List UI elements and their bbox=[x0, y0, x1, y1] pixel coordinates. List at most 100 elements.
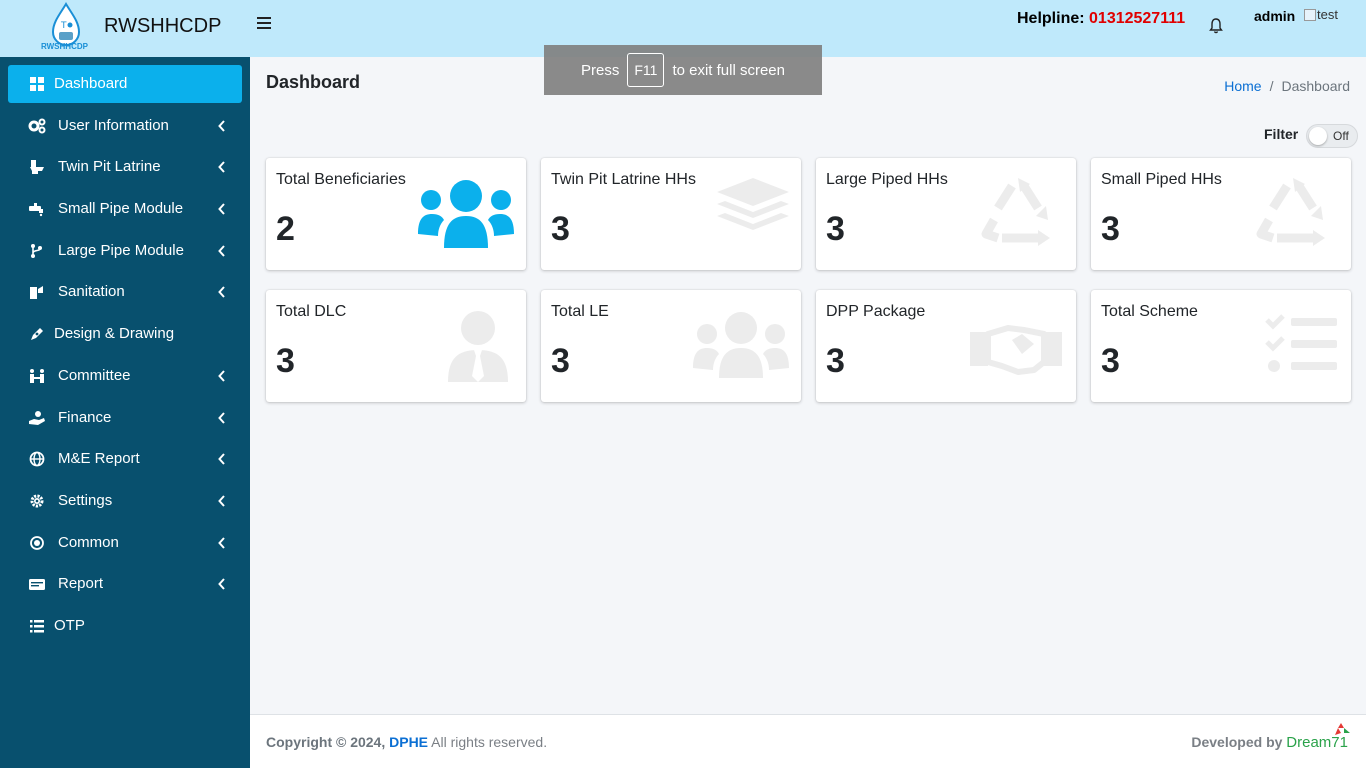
page-title: Dashboard bbox=[266, 72, 361, 92]
f11-key: F11 bbox=[627, 53, 665, 87]
sidebar-item-finance[interactable]: Finance bbox=[8, 399, 242, 437]
footer: Copyright © 2024, DPHE All rights reserv… bbox=[250, 714, 1366, 768]
copyright-rights: All rights reserved. bbox=[431, 734, 548, 750]
branch-icon bbox=[31, 244, 42, 258]
chevron-left-icon bbox=[218, 286, 225, 298]
bell-icon[interactable] bbox=[1209, 18, 1223, 34]
brand-name: RWSHHCDP bbox=[104, 15, 222, 37]
card-dpp-package[interactable]: DPP Package 3 bbox=[816, 290, 1076, 402]
chevron-left-icon bbox=[218, 495, 225, 507]
sidebar-item-label: Sanitation bbox=[58, 283, 125, 300]
card-title: Large Piped HHs bbox=[826, 171, 948, 188]
hand-money-icon bbox=[29, 411, 45, 425]
user-tie-icon bbox=[448, 311, 508, 382]
filter-toggle[interactable]: Off bbox=[1306, 124, 1358, 148]
card-title: DPP Package bbox=[826, 303, 926, 320]
pen-icon bbox=[31, 328, 43, 340]
recycle-icon bbox=[1256, 178, 1325, 246]
sidebar-item-dashboard[interactable]: Dashboard bbox=[8, 65, 242, 103]
broken-image-icon bbox=[1304, 8, 1316, 21]
dream71-link[interactable]: Dream71 bbox=[1286, 734, 1348, 751]
sidebar-item-report[interactable]: Report bbox=[8, 565, 242, 603]
helpline-label: Helpline: bbox=[1017, 10, 1085, 27]
sidebar-item-label: Design & Drawing bbox=[54, 325, 175, 342]
tasks-icon bbox=[1265, 314, 1337, 372]
card-twin-pit-latrine-hhs[interactable]: Twin Pit Latrine HHs 3 bbox=[541, 158, 801, 270]
sidebar-item-common[interactable]: Common bbox=[8, 524, 242, 562]
copyright-prefix: Copyright © 2024, bbox=[266, 734, 386, 750]
breadcrumb-home-link[interactable]: Home bbox=[1224, 78, 1261, 94]
sidebar-item-label: Small Pipe Module bbox=[58, 200, 184, 217]
card-total-le[interactable]: Total LE 3 bbox=[541, 290, 801, 402]
helpline-number[interactable]: 01312527111 bbox=[1089, 10, 1185, 27]
sidebar-item-design-drawing[interactable]: Design & Drawing bbox=[8, 315, 242, 353]
developed-by: Developed by Dream71 bbox=[1191, 734, 1348, 751]
user-name[interactable]: admin bbox=[1254, 8, 1295, 24]
sidebar-item-small-pipe-module[interactable]: Small Pipe Module bbox=[8, 190, 242, 228]
card-title: Small Piped HHs bbox=[1101, 171, 1222, 188]
fullscreen-suffix-text: to exit full screen bbox=[672, 61, 785, 79]
card-small-piped-hhs[interactable]: Small Piped HHs 3 bbox=[1091, 158, 1351, 270]
chevron-left-icon bbox=[218, 120, 225, 132]
filter-label: Filter bbox=[1264, 126, 1299, 142]
chevron-left-icon bbox=[218, 412, 225, 424]
card-value: 3 bbox=[551, 342, 570, 380]
sidebar-item-otp[interactable]: OTP bbox=[8, 607, 242, 645]
card-value: 3 bbox=[551, 210, 570, 248]
sidebar-item-settings[interactable]: Settings bbox=[8, 482, 242, 520]
card-value: 3 bbox=[1101, 210, 1120, 248]
avatar[interactable]: test bbox=[1304, 7, 1338, 22]
circle-dot-icon bbox=[30, 536, 44, 550]
sidebar-item-large-pipe-module[interactable]: Large Pipe Module bbox=[8, 232, 242, 270]
card-total-beneficiaries[interactable]: Total Beneficiaries 2 bbox=[266, 158, 526, 270]
sidebar-item-committee[interactable]: Committee bbox=[8, 357, 242, 395]
list-icon bbox=[30, 620, 44, 633]
chevron-left-icon bbox=[218, 245, 225, 257]
card-value: 3 bbox=[826, 210, 845, 248]
breadcrumb: Home / Dashboard bbox=[1224, 78, 1350, 94]
sidebar-item-label: Finance bbox=[58, 409, 112, 426]
card-total-dlc[interactable]: Total DLC 3 bbox=[266, 290, 526, 402]
card-title: Total LE bbox=[551, 303, 609, 320]
sidebar-item-sanitation[interactable]: Sanitation bbox=[8, 273, 242, 311]
toilet-icon bbox=[30, 160, 44, 174]
globe-icon bbox=[29, 451, 45, 467]
fullscreen-notice: Press F11 to exit full screen bbox=[544, 45, 822, 95]
breadcrumb-current: Dashboard bbox=[1281, 78, 1351, 94]
faucet-icon bbox=[29, 203, 43, 217]
card-value: 3 bbox=[1101, 342, 1120, 380]
dphe-link[interactable]: DPHE bbox=[389, 734, 428, 750]
chevron-left-icon bbox=[218, 161, 225, 173]
fullscreen-press-text: Press bbox=[581, 61, 620, 79]
chevron-left-icon bbox=[218, 370, 225, 382]
sidebar-item-twin-pit-latrine[interactable]: Twin Pit Latrine bbox=[8, 148, 242, 186]
brand[interactable]: T RWSHHCDP RWSHHCDP bbox=[0, 0, 250, 57]
chevron-left-icon bbox=[218, 537, 225, 549]
sidebar-item-label: Common bbox=[58, 534, 119, 551]
breadcrumb-separator: / bbox=[1269, 78, 1274, 94]
sidebar-item-label: Committee bbox=[58, 367, 131, 384]
people-icon bbox=[30, 369, 44, 383]
svg-text:T: T bbox=[60, 21, 67, 31]
users-cog-icon bbox=[28, 118, 46, 134]
sidebar-item-user-information[interactable]: User Information bbox=[8, 107, 242, 145]
card-title: Total Beneficiaries bbox=[276, 171, 406, 188]
copyright: Copyright © 2024, DPHE All rights reserv… bbox=[266, 734, 547, 750]
helpline: Helpline: 01312527111 bbox=[1017, 10, 1185, 28]
sidebar-item-me-report[interactable]: M&E Report bbox=[8, 440, 242, 478]
sidebar-item-label: Dashboard bbox=[54, 75, 128, 92]
card-large-piped-hhs[interactable]: Large Piped HHs 3 bbox=[816, 158, 1076, 270]
gear-icon bbox=[30, 494, 44, 508]
handshake-icon bbox=[970, 325, 1062, 375]
users-icon bbox=[693, 312, 789, 378]
chevron-left-icon bbox=[218, 578, 225, 590]
logo-text: RWSHHCDP bbox=[41, 42, 88, 51]
sidebar-item-label: OTP bbox=[54, 617, 85, 634]
sidebar-item-label: Twin Pit Latrine bbox=[58, 158, 161, 175]
recycle-icon bbox=[981, 178, 1050, 246]
card-total-scheme[interactable]: Total Scheme 3 bbox=[1091, 290, 1351, 402]
card-title: Twin Pit Latrine HHs bbox=[551, 171, 696, 188]
chevron-left-icon bbox=[218, 203, 225, 215]
menu-toggle-icon[interactable] bbox=[257, 17, 271, 31]
toggle-state: Off bbox=[1333, 129, 1349, 143]
